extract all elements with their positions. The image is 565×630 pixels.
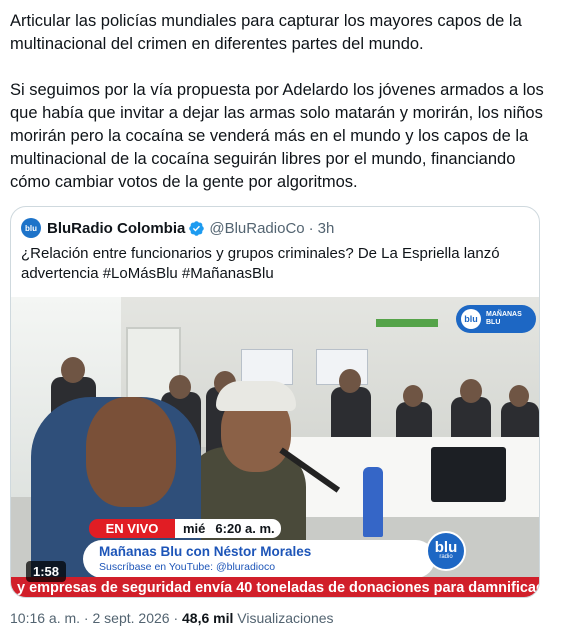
quoted-timestamp[interactable]: 3h	[318, 220, 335, 237]
video-monitor	[431, 447, 506, 502]
blu-radio-logo-sub: radio	[439, 554, 453, 560]
tweet-time[interactable]: 10:16 a. m.	[10, 610, 80, 626]
tweet-paragraph-2: Si seguimos por la vía propuesta por Ade…	[10, 81, 544, 191]
show-title: Mañanas Blu con Néstor Morales	[99, 544, 312, 559]
mananas-blu-logo-line1: MAÑANAS	[486, 311, 522, 318]
mananas-blu-logo-line2: BLU	[486, 319, 501, 326]
quoted-author-handle[interactable]: @BluRadioCo	[209, 220, 304, 237]
verified-badge-icon	[189, 220, 205, 236]
separator-dot: ·	[308, 219, 314, 237]
broadcast-clock: 6:20 a. m.	[215, 521, 275, 536]
mananas-blu-logo: blu MAÑANAS BLU	[456, 305, 536, 333]
views-count[interactable]: 48,6 mil	[182, 610, 233, 626]
quoted-tweet-header: blu BluRadio Colombia @BluRadioCo · 3h	[21, 218, 334, 238]
live-badge: EN VIVO	[89, 519, 175, 538]
quoted-tweet-card[interactable]: blu BluRadio Colombia @BluRadioCo · 3h ¿…	[10, 206, 540, 598]
separator-dot: ·	[169, 610, 183, 626]
separator-dot: ·	[80, 610, 93, 626]
tweet-date[interactable]: 2 sept. 2026	[93, 610, 170, 626]
blu-radio-logo: blu radio	[426, 531, 466, 571]
tweet-meta: 10:16 a. m. · 2 sept. 2026 · 48,6 mil Vi…	[10, 610, 334, 626]
quoted-author-name[interactable]: BluRadio Colombia	[47, 220, 185, 237]
show-lower-third: Mañanas Blu con Néstor Morales Suscríbas…	[83, 540, 435, 578]
tweet-paragraph-1: Articular las policías mundiales para ca…	[10, 12, 522, 53]
mananas-blu-logo-icon: blu	[461, 309, 481, 329]
video-foreground-head	[86, 397, 176, 507]
show-subtitle: Suscríbase en YouTube: @bluradioco	[99, 561, 276, 573]
tweet-text: Articular las policías mundiales para ca…	[10, 10, 550, 194]
video-wall-sign	[376, 319, 438, 327]
broadcast-day: mié	[183, 521, 206, 536]
news-ticker: y empresas de seguridad envía 40 tonelad…	[11, 577, 539, 597]
video-duration: 1:58	[26, 561, 67, 582]
video-player[interactable]: blu MAÑANAS BLU EN VIVO mié 6:20 a. m. M…	[11, 297, 539, 597]
video-bottle	[363, 467, 383, 537]
blu-radio-logo-text: blu	[434, 539, 458, 556]
broadcast-time: mié 6:20 a. m.	[175, 519, 281, 538]
views-label: Visualizaciones	[233, 610, 334, 626]
quoted-tweet-text: ¿Relación entre funcionarios y grupos cr…	[21, 245, 500, 282]
avatar[interactable]: blu	[21, 218, 41, 238]
video-speaker-cap	[216, 381, 296, 411]
